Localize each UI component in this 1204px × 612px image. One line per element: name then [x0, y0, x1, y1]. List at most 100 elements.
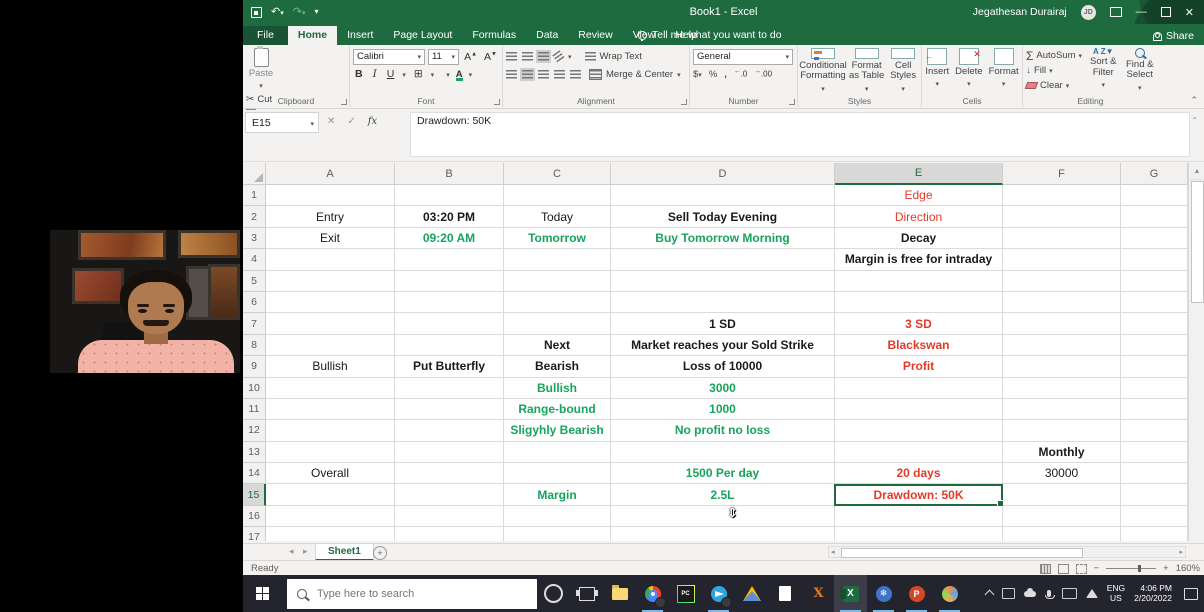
- cell-G17[interactable]: [1121, 527, 1188, 541]
- align-right-button[interactable]: [538, 70, 549, 79]
- file-explorer-icon[interactable]: [603, 575, 636, 612]
- cell-A4[interactable]: [266, 249, 395, 270]
- cell-G4[interactable]: [1121, 249, 1188, 270]
- borders-button[interactable]: ⊞: [412, 68, 425, 80]
- row-header-9[interactable]: 9: [243, 356, 266, 377]
- search-input[interactable]: [315, 587, 509, 601]
- align-center-button[interactable]: [522, 70, 533, 79]
- cell-F11[interactable]: [1003, 399, 1121, 420]
- device-icon[interactable]: [1002, 588, 1015, 599]
- font-size-select[interactable]: 11: [428, 49, 459, 65]
- cell-E7[interactable]: 3 SD: [835, 313, 1003, 334]
- snowflake-app-icon[interactable]: ❄: [867, 575, 900, 612]
- row-header-13[interactable]: 13: [243, 442, 266, 463]
- decrease-indent-button[interactable]: [554, 70, 565, 79]
- increase-decimal-button[interactable]: ←.0: [734, 69, 747, 79]
- horizontal-scrollbar[interactable]: ◂ ▸: [828, 546, 1186, 558]
- restore-button[interactable]: [1161, 7, 1171, 17]
- ribbon-tab-page-layout[interactable]: Page Layout: [383, 26, 462, 45]
- powerpoint-icon[interactable]: P: [900, 575, 933, 612]
- cell-G13[interactable]: [1121, 442, 1188, 463]
- pycharm-icon[interactable]: PC: [669, 575, 702, 612]
- cell-D8[interactable]: Market reaches your Sold Strike: [611, 335, 835, 356]
- cell-G12[interactable]: [1121, 420, 1188, 441]
- cell-B1[interactable]: [395, 185, 504, 206]
- cell-D15[interactable]: 2.5L: [611, 484, 835, 505]
- page-layout-view-icon[interactable]: [1058, 564, 1069, 574]
- cell-E10[interactable]: [835, 378, 1003, 399]
- collapse-ribbon-icon[interactable]: ⌃: [1190, 95, 1198, 106]
- language-indicator[interactable]: ENGUS: [1107, 584, 1125, 604]
- row-header-11[interactable]: 11: [243, 399, 266, 420]
- cell-G9[interactable]: [1121, 356, 1188, 377]
- cell-G3[interactable]: [1121, 228, 1188, 249]
- cancel-icon[interactable]: ✕: [327, 116, 335, 127]
- chrome-icon[interactable]: [636, 575, 669, 612]
- cell-F8[interactable]: [1003, 335, 1121, 356]
- row-header-14[interactable]: 14: [243, 463, 266, 484]
- zoom-slider[interactable]: [1106, 568, 1156, 569]
- delete-cells-button[interactable]: ✕ Delete: [955, 48, 982, 94]
- cell-F6[interactable]: [1003, 292, 1121, 313]
- google-drive-icon[interactable]: [735, 575, 768, 612]
- cell-E3[interactable]: Decay: [835, 228, 1003, 249]
- cell-B13[interactable]: [395, 442, 504, 463]
- bold-button[interactable]: B: [353, 68, 365, 80]
- horizontal-scroll-thumb[interactable]: [841, 548, 1083, 558]
- conditional-formatting-button[interactable]: Conditional Formatting: [801, 48, 845, 94]
- avatar[interactable]: JD: [1081, 5, 1096, 20]
- onedrive-cloud-icon[interactable]: [1024, 591, 1036, 597]
- format-as-table-button[interactable]: Format as Table: [849, 48, 884, 94]
- cell-B10[interactable]: [395, 378, 504, 399]
- cell-D6[interactable]: [611, 292, 835, 313]
- cell-C7[interactable]: [504, 313, 611, 334]
- share-button[interactable]: Share: [1153, 30, 1194, 42]
- enter-icon[interactable]: ✓: [347, 116, 355, 127]
- cell-E11[interactable]: [835, 399, 1003, 420]
- user-name[interactable]: Jegathesan Durairaj: [973, 6, 1067, 18]
- font-dialog-launcher[interactable]: [494, 99, 500, 105]
- row-header-2[interactable]: 2: [243, 206, 266, 227]
- cell-A3[interactable]: Exit: [266, 228, 395, 249]
- cell-D10[interactable]: 3000: [611, 378, 835, 399]
- row-header-8[interactable]: 8: [243, 335, 266, 356]
- cell-C17[interactable]: [504, 527, 611, 541]
- cell-B16[interactable]: [395, 506, 504, 527]
- cell-D16[interactable]: [611, 506, 835, 527]
- cell-A7[interactable]: [266, 313, 395, 334]
- cell-E15[interactable]: Drawdown: 50K: [835, 484, 1003, 505]
- orientation-button[interactable]: [552, 50, 565, 63]
- column-header-D[interactable]: D: [611, 163, 835, 185]
- cell-A8[interactable]: [266, 335, 395, 356]
- cell-D4[interactable]: [611, 249, 835, 270]
- scroll-right-icon[interactable]: ▸: [1179, 548, 1183, 556]
- find-select-button[interactable]: Find & Select: [1125, 48, 1155, 94]
- row-header-4[interactable]: 4: [243, 249, 266, 270]
- ribbon-tab-formulas[interactable]: Formulas: [462, 26, 526, 45]
- cell-C15[interactable]: Margin: [504, 484, 611, 505]
- cell-G6[interactable]: [1121, 292, 1188, 313]
- telegram-icon[interactable]: [702, 575, 735, 612]
- cell-B9[interactable]: Put Butterfly: [395, 356, 504, 377]
- cell-A14[interactable]: Overall: [266, 463, 395, 484]
- row-header-3[interactable]: 3: [243, 228, 266, 249]
- row-header-1[interactable]: 1: [243, 185, 266, 206]
- cell-F3[interactable]: [1003, 228, 1121, 249]
- cell-B2[interactable]: 03:20 PM: [395, 206, 504, 227]
- cell-D7[interactable]: 1 SD: [611, 313, 835, 334]
- cell-B5[interactable]: [395, 271, 504, 292]
- italic-button[interactable]: I: [371, 68, 379, 80]
- decrease-decimal-button[interactable]: →.00: [754, 69, 772, 79]
- underline-button[interactable]: U: [385, 68, 397, 80]
- ribbon-display-options-icon[interactable]: [1110, 7, 1122, 17]
- cell-F7[interactable]: [1003, 313, 1121, 334]
- increase-indent-button[interactable]: [570, 70, 581, 79]
- font-color-button[interactable]: A: [456, 69, 463, 80]
- row-header-7[interactable]: 7: [243, 313, 266, 334]
- x-logo-app-icon[interactable]: X: [801, 575, 834, 612]
- grow-font-button[interactable]: A▲: [462, 51, 479, 63]
- row-header-15[interactable]: 15: [243, 484, 266, 505]
- cell-D11[interactable]: 1000: [611, 399, 835, 420]
- font-family-select[interactable]: Calibri: [353, 49, 425, 65]
- cell-F13[interactable]: Monthly: [1003, 442, 1121, 463]
